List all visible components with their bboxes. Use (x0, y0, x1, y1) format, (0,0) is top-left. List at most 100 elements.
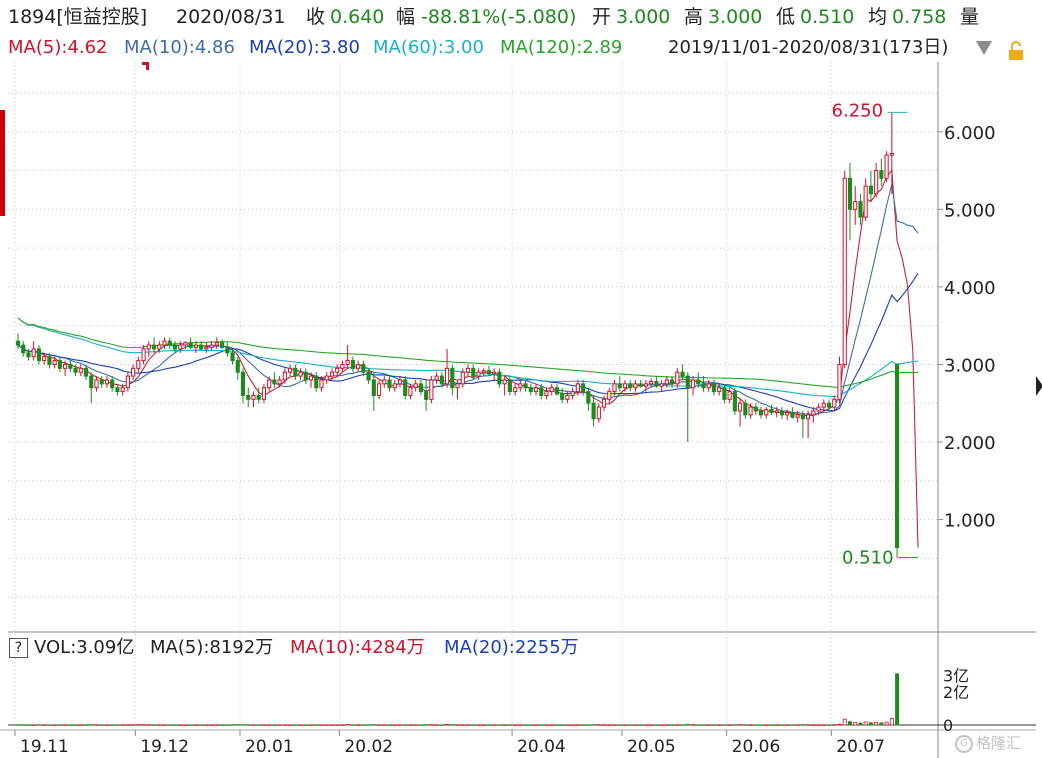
candle-body (131, 367, 136, 377)
candle-body (837, 363, 842, 400)
volume-bar (188, 724, 193, 726)
volume-bar (303, 724, 308, 726)
volume-tick-label: 2亿 (943, 683, 969, 702)
volume-bar (858, 722, 863, 726)
candle-body (601, 398, 607, 408)
candle-body (481, 370, 486, 373)
candle-body (214, 342, 219, 346)
candle-body (826, 402, 832, 408)
candle-body (52, 360, 57, 365)
candle-body (874, 170, 879, 195)
volume-bar (63, 724, 68, 726)
vol-ma10: MA(10):4284万 (290, 637, 425, 658)
candle-body (225, 346, 230, 354)
volume-bar (732, 724, 737, 726)
candle-body (408, 387, 413, 396)
vol-ma20: MA(20):2255万 (444, 637, 579, 658)
change-value: -88.81%(-5.080) (421, 6, 577, 28)
volume-bar (324, 724, 329, 726)
candle-body (94, 379, 99, 389)
candle-body (811, 410, 816, 416)
watermark-text: 格隆汇 (976, 734, 1022, 752)
dropdown-triangle-icon[interactable] (976, 41, 992, 55)
volume-bar (832, 724, 837, 726)
volume-bar (492, 724, 497, 726)
y-tick-label: 1.000 (944, 511, 996, 532)
volume-bar (408, 724, 413, 726)
candle-body (42, 356, 47, 362)
candle-body (397, 379, 403, 385)
volume-bar (26, 724, 31, 726)
candle-body (434, 375, 439, 381)
volume-bar (94, 724, 99, 726)
volume-bar (73, 724, 78, 726)
volume-bar (633, 724, 638, 726)
candle-body (539, 387, 544, 396)
volume-bar (220, 724, 225, 726)
ma10-legend: MA(10):4.86 (124, 37, 235, 58)
candle-body (125, 375, 130, 389)
volume-bar (335, 724, 340, 726)
candle-body (188, 342, 193, 348)
candle-body (89, 375, 94, 389)
candle-body (581, 383, 586, 393)
candle-body (549, 387, 554, 393)
volume-bar (199, 724, 204, 726)
x-tick-label: 19.11 (20, 737, 69, 757)
candle-body (612, 383, 617, 393)
candle-body (199, 344, 204, 350)
volume-bar (52, 724, 57, 726)
candle-body (167, 340, 172, 346)
candle-body (83, 367, 89, 377)
candle-body (722, 387, 727, 400)
candle-body (533, 387, 539, 393)
candle-body (340, 363, 345, 369)
volume-bar (790, 724, 795, 726)
candle-body (47, 356, 52, 365)
candle-body (596, 406, 601, 420)
vol-value: VOL:3.09亿 (34, 637, 135, 658)
volume-bar (277, 724, 282, 726)
candle-body (63, 363, 68, 369)
volume-bar (439, 724, 444, 726)
candle-body (471, 367, 476, 377)
volume-bar (816, 724, 821, 726)
candle-body (376, 383, 382, 396)
price-axis: 6.000 5.000 4.000 3.000 2.000 1.000 (938, 123, 996, 532)
candle-body (785, 412, 790, 416)
ma10-line (17, 184, 919, 415)
candle-body (99, 379, 104, 385)
date-range[interactable]: 2019/11/01-2020/08/31(173日) (668, 34, 948, 62)
candle-body (895, 363, 900, 548)
candle-body (240, 371, 246, 396)
volume-bar (596, 724, 601, 726)
volume-bar (115, 724, 120, 726)
candle-body (753, 406, 758, 412)
candle-body (727, 391, 732, 400)
candle-body (523, 383, 528, 389)
candle-body (769, 408, 774, 414)
lock-icon[interactable] (1007, 41, 1025, 61)
candle-body (800, 414, 805, 420)
stock-code-name[interactable]: 1894[恒益控股] (8, 0, 147, 34)
candle-body (622, 383, 628, 389)
candle-body (575, 383, 580, 393)
candle-body (413, 383, 418, 389)
volume-bar (889, 717, 894, 726)
volume-bar (246, 724, 251, 726)
volume-bar (193, 724, 198, 726)
x-tick-label: 20.06 (732, 737, 781, 757)
vol-ma5: MA(5):8192万 (150, 637, 274, 658)
volume-bar (68, 724, 73, 726)
price-annotation: 6.250 (832, 100, 884, 121)
volume-bar (748, 724, 753, 726)
volume-bar (204, 724, 209, 726)
candle-body (272, 379, 277, 385)
volume-bar (507, 724, 512, 726)
volume-bar (617, 724, 622, 726)
candle-body (361, 363, 366, 373)
volume-bar (209, 724, 214, 726)
candle-body (382, 379, 387, 385)
candle-body (659, 383, 664, 387)
candle-body (497, 371, 502, 385)
